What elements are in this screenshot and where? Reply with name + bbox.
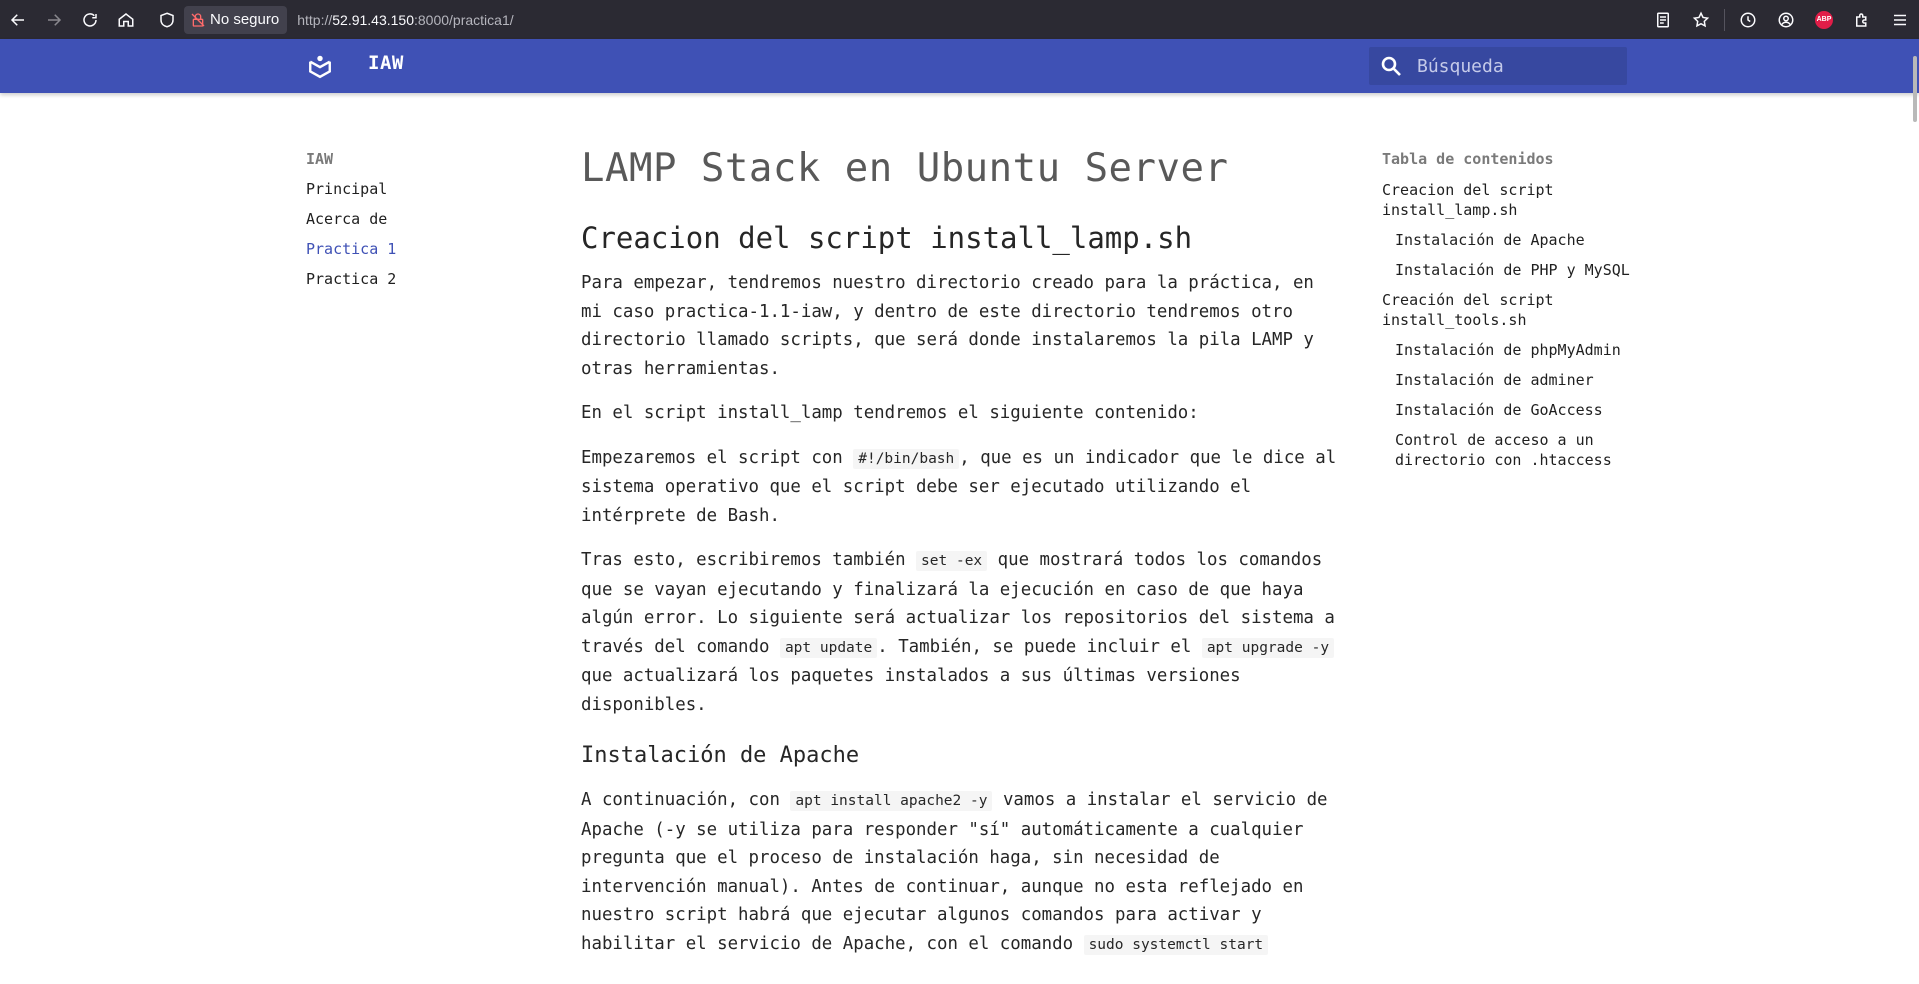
shield-icon: [160, 11, 174, 28]
inline-code: set -ex: [916, 551, 988, 571]
bookmark-button[interactable]: [1682, 0, 1720, 39]
inline-code: apt install apache2 -y: [790, 791, 993, 811]
paragraph-apache: A continuación, con apt install apache2 …: [581, 786, 1341, 959]
text-fragment: Tras esto, escribiremos también: [581, 550, 917, 570]
text-fragment: Empezaremos el script con: [581, 447, 854, 468]
extensions-button[interactable]: [1843, 0, 1881, 39]
toc-item-php-mysql[interactable]: Instalación de PHP y MySQL: [1395, 260, 1632, 280]
url-path: :8000/practica1/: [414, 11, 514, 28]
star-icon: [1692, 11, 1710, 27]
book-logo-icon: [309, 55, 331, 79]
site-logo[interactable]: [307, 53, 333, 79]
clock-icon: [1740, 12, 1756, 27]
toc-item-htaccess[interactable]: Control de acceso a un directorio con .h…: [1395, 430, 1632, 470]
app-menu-button[interactable]: [1881, 0, 1919, 39]
account-button[interactable]: [1767, 0, 1805, 39]
reload-button[interactable]: [72, 0, 108, 39]
main-content: LAMP Stack en Ubuntu Server Creacion del…: [581, 146, 1341, 975]
address-bar[interactable]: http://52.91.43.150:8000/practica1/: [297, 12, 513, 28]
nav-item-principal[interactable]: Principal: [306, 180, 506, 198]
hamburger-menu-icon: [1894, 14, 1906, 25]
adblock-plus-icon: ABP: [1815, 10, 1833, 29]
text-fragment: . También, se puede incluir el: [877, 636, 1202, 657]
text-fragment: A continuación, con: [581, 790, 791, 810]
insecure-lock-icon: [191, 12, 205, 27]
toc-title: Tabla de contenidos: [1382, 150, 1554, 168]
history-button[interactable]: [1729, 0, 1767, 39]
site-header: IAW: [0, 39, 1919, 93]
toc-item-phpmyadmin[interactable]: Instalación de phpMyAdmin: [1395, 340, 1632, 360]
toolbar-separator: [1724, 8, 1725, 31]
table-of-contents: Tabla de contenidos Creacion del script …: [1382, 150, 1632, 480]
inline-code: apt upgrade -y: [1201, 637, 1335, 658]
paragraph-set-ex: Tras esto, escribiremos también set -ex …: [581, 546, 1341, 719]
nav-item-acerca-de[interactable]: Acerca de: [306, 210, 506, 228]
forward-button[interactable]: [36, 0, 72, 39]
section-heading-install-lamp: Creacion del script install_lamp.sh: [581, 221, 1193, 255]
account-icon: [1778, 12, 1794, 27]
arrow-left-icon: [10, 13, 24, 26]
toolbar-right: ABP: [1644, 0, 1919, 39]
arrow-right-icon: [48, 13, 62, 26]
nav-item-practica-1[interactable]: Practica 1: [306, 240, 506, 258]
text-fragment: que actualizará los paquetes instalados …: [581, 666, 1241, 715]
toc-item-adminer[interactable]: Instalación de adminer: [1395, 370, 1632, 390]
site-title[interactable]: IAW: [368, 52, 404, 74]
adblock-extension-button[interactable]: ABP: [1805, 0, 1843, 39]
paragraph-shebang: Empezaremos el script con #!/bin/bash, q…: [581, 444, 1341, 531]
search-input[interactable]: [1415, 54, 1619, 78]
page-title: LAMP Stack en Ubuntu Server: [581, 146, 1229, 191]
tracking-protection-button[interactable]: [152, 0, 182, 39]
toc-item-install-lamp[interactable]: Creacion del script install_lamp.sh: [1382, 180, 1632, 220]
url-host: 52.91.43.150: [332, 11, 414, 28]
nav-item-practica-2[interactable]: Practica 2: [306, 270, 506, 288]
security-label: No seguro: [210, 11, 280, 28]
paragraph-intro: Para empezar, tendremos nuestro director…: [581, 273, 1314, 379]
inline-code: apt update: [779, 637, 878, 658]
toc-item-install-tools[interactable]: Creación del script install_tools.sh: [1382, 290, 1632, 330]
browser-toolbar: No seguro http://52.91.43.150:8000/pract…: [0, 0, 1919, 39]
back-button[interactable]: [0, 0, 36, 39]
puzzle-icon: [1856, 12, 1867, 27]
text-fragment: vamos a instalar el servicio de Apache (…: [581, 790, 1328, 954]
search-box[interactable]: [1369, 47, 1627, 85]
search-icon: [1381, 56, 1401, 76]
inline-code: #!/bin/bash: [853, 448, 960, 469]
toc-item-goaccess[interactable]: Instalación de GoAccess: [1395, 400, 1632, 420]
reload-icon: [83, 12, 97, 27]
inline-code: sudo systemctl start: [1083, 934, 1269, 955]
left-navigation: IAW Principal Acerca de Practica 1 Pract…: [306, 150, 506, 300]
reader-view-button[interactable]: [1644, 0, 1682, 39]
url-prefix: http://: [297, 11, 333, 28]
paragraph-script-content: En el script install_lamp tendremos el s…: [581, 403, 1199, 423]
section-heading-apache: Instalación de Apache: [581, 743, 860, 768]
home-button[interactable]: [108, 0, 144, 39]
page-scrollbar[interactable]: [1913, 56, 1917, 122]
site-security-button[interactable]: No seguro: [184, 5, 288, 34]
reader-view-icon: [1657, 12, 1669, 27]
home-icon: [118, 12, 134, 27]
nav-title: IAW: [306, 150, 334, 168]
toc-item-apache[interactable]: Instalación de Apache: [1395, 230, 1632, 250]
